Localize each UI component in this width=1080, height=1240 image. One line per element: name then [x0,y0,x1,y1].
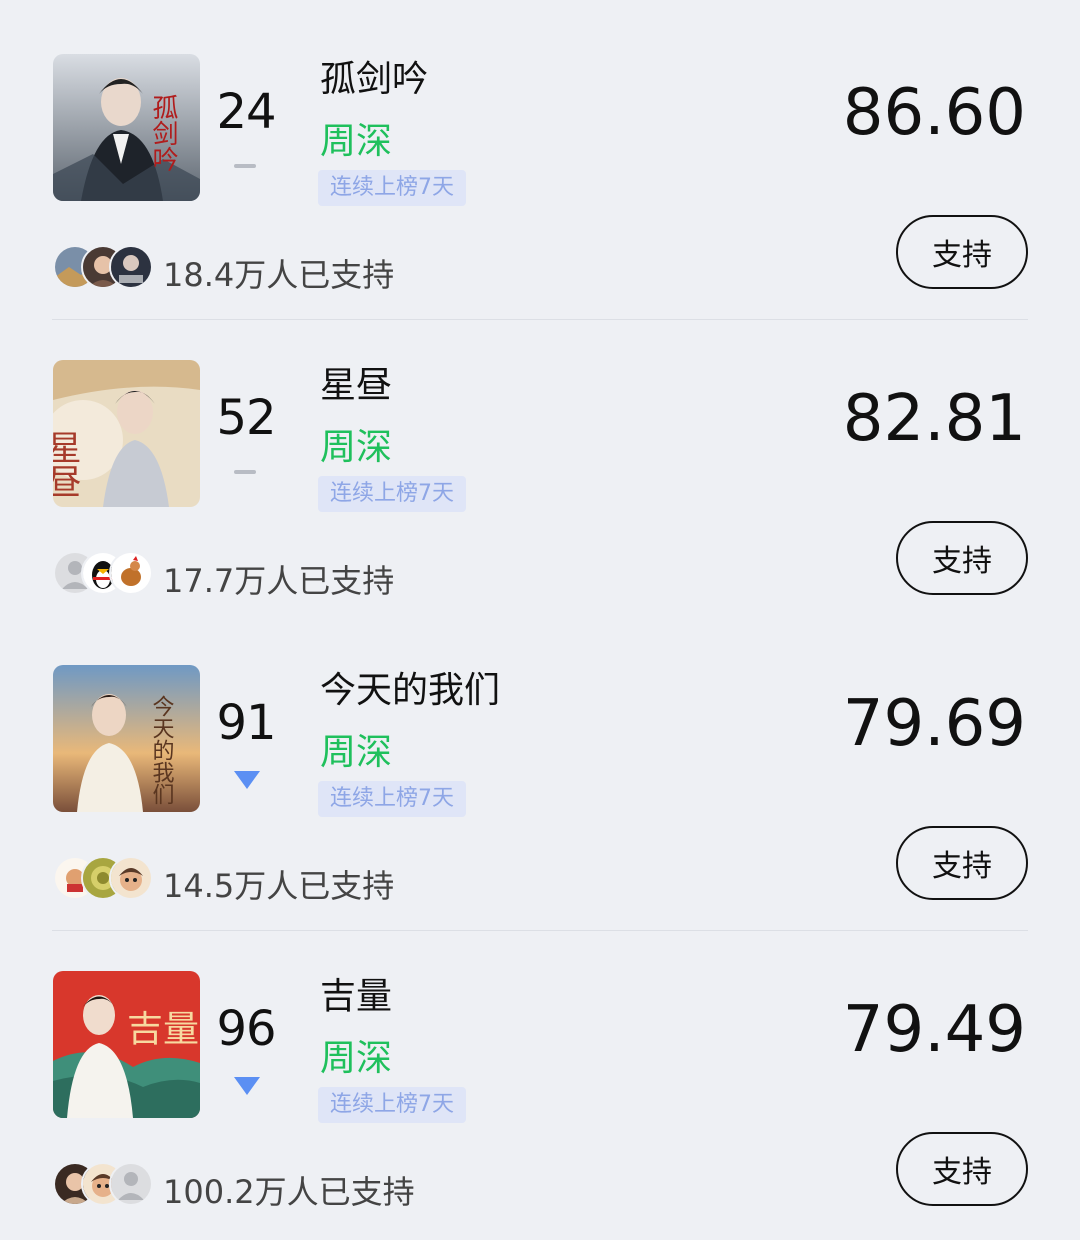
album-cover[interactable]: 星昼 [53,360,200,507]
rank-number: 96 [216,1001,276,1057]
song-title[interactable]: 今天的我们 [320,661,500,713]
trend-flat-icon [234,160,258,176]
list-item[interactable]: 星昼 52 星昼 周深 连续上榜7天 82.81 17.7万人已支持 支持 [0,306,1080,612]
artist-name[interactable]: 周深 [320,418,392,470]
trend-flat-icon [234,466,258,482]
supporter-avatars [53,856,157,900]
album-cover[interactable]: 吉量 [53,971,200,1118]
supporter-avatars [53,1162,157,1206]
artist-name[interactable]: 周深 [320,112,392,164]
svg-text:吉量: 吉量 [127,1009,199,1050]
supporters-count: 18.4万人已支持 [163,256,395,294]
avatar [109,1162,153,1206]
song-title[interactable]: 星昼 [320,356,392,408]
avatar [109,551,153,595]
album-cover[interactable]: 今天的我们 [53,665,200,812]
rank-number: 24 [216,84,276,140]
artist-name[interactable]: 周深 [320,723,392,775]
rank-number: 52 [216,390,276,446]
list-item[interactable]: 吉量 96 吉量 周深 连续上榜7天 79.49 100.2万人已支持 支持 [0,917,1080,1223]
support-button[interactable]: 支持 [896,1132,1028,1206]
trend-down-icon [234,771,260,789]
album-cover[interactable]: 孤剑吟 [53,54,200,201]
streak-badge: 连续上榜7天 [318,1087,466,1123]
streak-badge: 连续上榜7天 [318,170,466,206]
supporters-count: 17.7万人已支持 [163,562,395,600]
chart-list: 孤剑吟 24 孤剑吟 周深 连续上榜7天 86.60 18.4万人已支持 支持 [0,0,1080,1240]
rank-number: 91 [216,695,276,751]
streak-badge: 连续上榜7天 [318,476,466,512]
support-button[interactable]: 支持 [896,826,1028,900]
list-item[interactable]: 今天的我们 91 今天的我们 周深 连续上榜7天 79.69 14.5万人已支持… [0,611,1080,931]
support-button[interactable]: 支持 [896,521,1028,595]
support-button[interactable]: 支持 [896,215,1028,289]
trend-down-icon [234,1077,260,1095]
song-title[interactable]: 吉量 [320,967,392,1019]
svg-text:孤剑吟: 孤剑吟 [148,94,178,172]
avatar [109,245,153,289]
score-value: 79.49 [842,993,1026,1067]
svg-text:今天的我们: 今天的我们 [149,695,175,805]
score-value: 79.69 [842,687,1026,761]
supporter-avatars [53,245,157,289]
supporters-count: 14.5万人已支持 [163,867,395,905]
supporters-count: 100.2万人已支持 [163,1173,415,1211]
list-item[interactable]: 孤剑吟 24 孤剑吟 周深 连续上榜7天 86.60 18.4万人已支持 支持 [0,0,1080,320]
streak-badge: 连续上榜7天 [318,781,466,817]
song-title[interactable]: 孤剑吟 [320,50,428,102]
avatar [109,856,153,900]
supporter-avatars [53,551,157,595]
svg-text:星昼: 星昼 [53,430,81,498]
score-value: 82.81 [842,382,1026,456]
artist-name[interactable]: 周深 [320,1029,392,1081]
score-value: 86.60 [842,76,1026,150]
